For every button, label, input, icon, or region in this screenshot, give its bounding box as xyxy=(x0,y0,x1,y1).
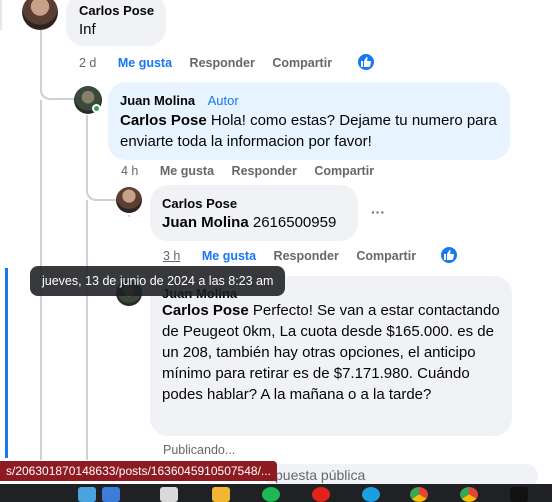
reply-button[interactable]: Responder xyxy=(232,164,297,178)
like-button[interactable]: Me gusta xyxy=(202,249,256,263)
chrome-icon[interactable] xyxy=(460,487,478,502)
comment-text: Inf xyxy=(79,21,96,38)
app-icon[interactable] xyxy=(102,487,120,502)
more-options-button[interactable]: ··· xyxy=(371,204,385,220)
comment-actions: 4 h Me gusta Responder Compartir xyxy=(121,164,388,178)
comment-text: Carlos Pose Perfecto! Se van a estar con… xyxy=(162,300,506,405)
comment-author[interactable]: Carlos Pose xyxy=(79,3,154,18)
like-button[interactable]: Me gusta xyxy=(160,164,214,178)
opera-icon[interactable] xyxy=(312,487,330,502)
avatar[interactable] xyxy=(116,187,142,213)
reply-placeholder: spuesta pública xyxy=(268,467,366,483)
active-thread-indicator xyxy=(5,268,8,458)
share-button[interactable]: Compartir xyxy=(272,56,332,70)
comment-body: 2616500959 xyxy=(252,214,337,231)
comment-bubble: Juan Molina Autor Carlos Pose Hola! como… xyxy=(108,82,510,160)
comment-timestamp[interactable]: 2 d xyxy=(79,56,96,70)
comment-text: Carlos Pose Hola! como estas? Dejame tu … xyxy=(120,110,500,152)
link-status-bar: s/206301870148633/posts/1636045910507548… xyxy=(0,461,277,481)
comment-actions: 3 h Me gusta Responder Compartir xyxy=(163,249,430,263)
thread-line xyxy=(86,200,88,460)
online-status-dot xyxy=(92,104,101,113)
comment-actions: 2 d Me gusta Responder Compartir xyxy=(79,56,346,70)
thread-connector xyxy=(40,30,74,100)
mention-link[interactable]: Juan Molina xyxy=(162,214,249,231)
file-explorer-icon[interactable] xyxy=(78,487,96,502)
comment-timestamp[interactable]: 3 h xyxy=(163,249,180,263)
timestamp-tooltip: jueves, 13 de junio de 2024 a las 8:23 a… xyxy=(30,266,286,296)
comment-author[interactable]: Juan Molina xyxy=(120,93,195,108)
like-reaction-icon[interactable] xyxy=(439,245,459,265)
share-button[interactable]: Compartir xyxy=(314,164,374,178)
settings-icon[interactable] xyxy=(160,487,178,502)
comment-timestamp[interactable]: 4 h xyxy=(121,164,138,178)
folder-icon[interactable] xyxy=(212,487,230,502)
chat-icon[interactable] xyxy=(362,487,380,502)
spotify-icon[interactable] xyxy=(262,487,280,502)
like-reaction-icon[interactable] xyxy=(356,52,376,72)
reply-button[interactable]: Responder xyxy=(190,56,255,70)
mention-link[interactable]: Carlos Pose xyxy=(120,112,207,129)
comment-author[interactable]: Carlos Pose xyxy=(162,196,237,211)
page-left-border xyxy=(0,0,2,30)
comment-bubble: Carlos Pose Inf xyxy=(66,0,166,46)
author-badge: Autor xyxy=(207,93,239,108)
comment-text: Juan Molina 2616500959 xyxy=(162,212,336,233)
reply-button[interactable]: Responder xyxy=(274,249,339,263)
terminal-icon[interactable] xyxy=(510,487,528,502)
thread-connector xyxy=(128,215,130,217)
share-button[interactable]: Compartir xyxy=(356,249,416,263)
chrome-icon[interactable] xyxy=(410,487,428,502)
comment-bubble: Juan Molina Carlos Pose Perfecto! Se van… xyxy=(150,276,512,436)
mention-link[interactable]: Carlos Pose xyxy=(162,302,249,319)
like-button[interactable]: Me gusta xyxy=(118,56,172,70)
posting-status: Publicando... xyxy=(163,443,236,457)
avatar[interactable] xyxy=(22,0,58,30)
comment-bubble: Carlos Pose Juan Molina 2616500959 xyxy=(150,185,358,241)
